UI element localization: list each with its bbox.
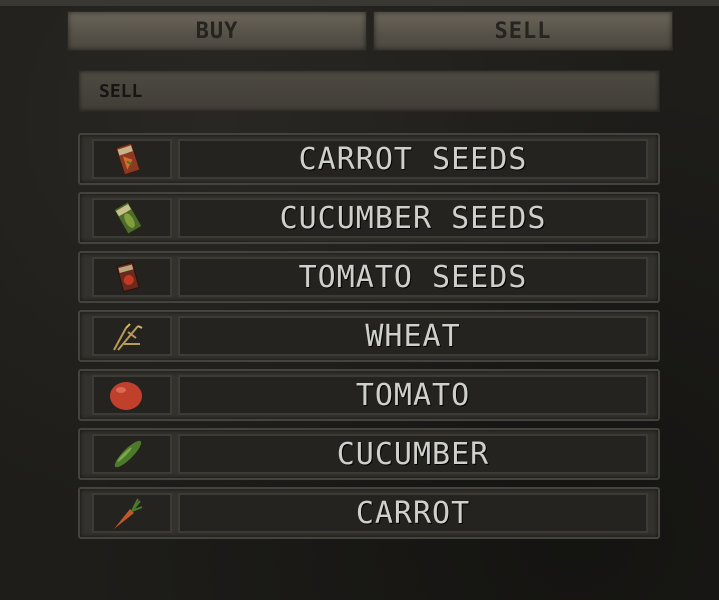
item-label: TOMATO SEEDS bbox=[178, 257, 648, 297]
section-title: SELL bbox=[99, 80, 143, 102]
item-label: CARROT SEEDS bbox=[178, 139, 648, 179]
wheat-icon bbox=[113, 323, 143, 351]
item-icon-box bbox=[92, 198, 172, 238]
tomato-seeds-icon bbox=[116, 261, 140, 293]
cucumber-seeds-icon bbox=[113, 201, 143, 235]
item-icon-box bbox=[92, 434, 172, 474]
tab-sell[interactable]: SELL bbox=[373, 11, 673, 51]
tab-buy-label: BUY bbox=[195, 18, 239, 44]
item-icon-box bbox=[92, 257, 172, 297]
tab-sell-label: SELL bbox=[494, 18, 552, 44]
item-label: TOMATO bbox=[178, 375, 648, 415]
list-item-cucumber[interactable]: CUCUMBER bbox=[78, 428, 660, 480]
carrot-seeds-icon bbox=[115, 142, 141, 176]
item-label: CUCUMBER SEEDS bbox=[178, 198, 648, 238]
item-icon-box bbox=[92, 493, 172, 533]
tab-buy[interactable]: BUY bbox=[67, 11, 367, 51]
top-frame-strip bbox=[0, 0, 719, 6]
item-icon-box bbox=[92, 375, 172, 415]
list-item-wheat[interactable]: WHEAT bbox=[78, 310, 660, 362]
cucumber-icon bbox=[114, 440, 142, 468]
list-item-cucumber-seeds[interactable]: CUCUMBER SEEDS bbox=[78, 192, 660, 244]
item-label: CARROT bbox=[178, 493, 648, 533]
list-item-tomato-seeds[interactable]: TOMATO SEEDS bbox=[78, 251, 660, 303]
list-item-carrot-seeds[interactable]: CARROT SEEDS bbox=[78, 133, 660, 185]
item-label: CUCUMBER bbox=[178, 434, 648, 474]
item-icon-box bbox=[92, 316, 172, 356]
section-header: SELL bbox=[78, 70, 660, 112]
list-item-tomato[interactable]: TOMATO bbox=[78, 369, 660, 421]
item-label: WHEAT bbox=[178, 316, 648, 356]
carrot-icon bbox=[114, 498, 143, 529]
tomato-icon bbox=[110, 382, 142, 410]
list-item-carrot[interactable]: CARROT bbox=[78, 487, 660, 539]
item-icon-box bbox=[92, 139, 172, 179]
